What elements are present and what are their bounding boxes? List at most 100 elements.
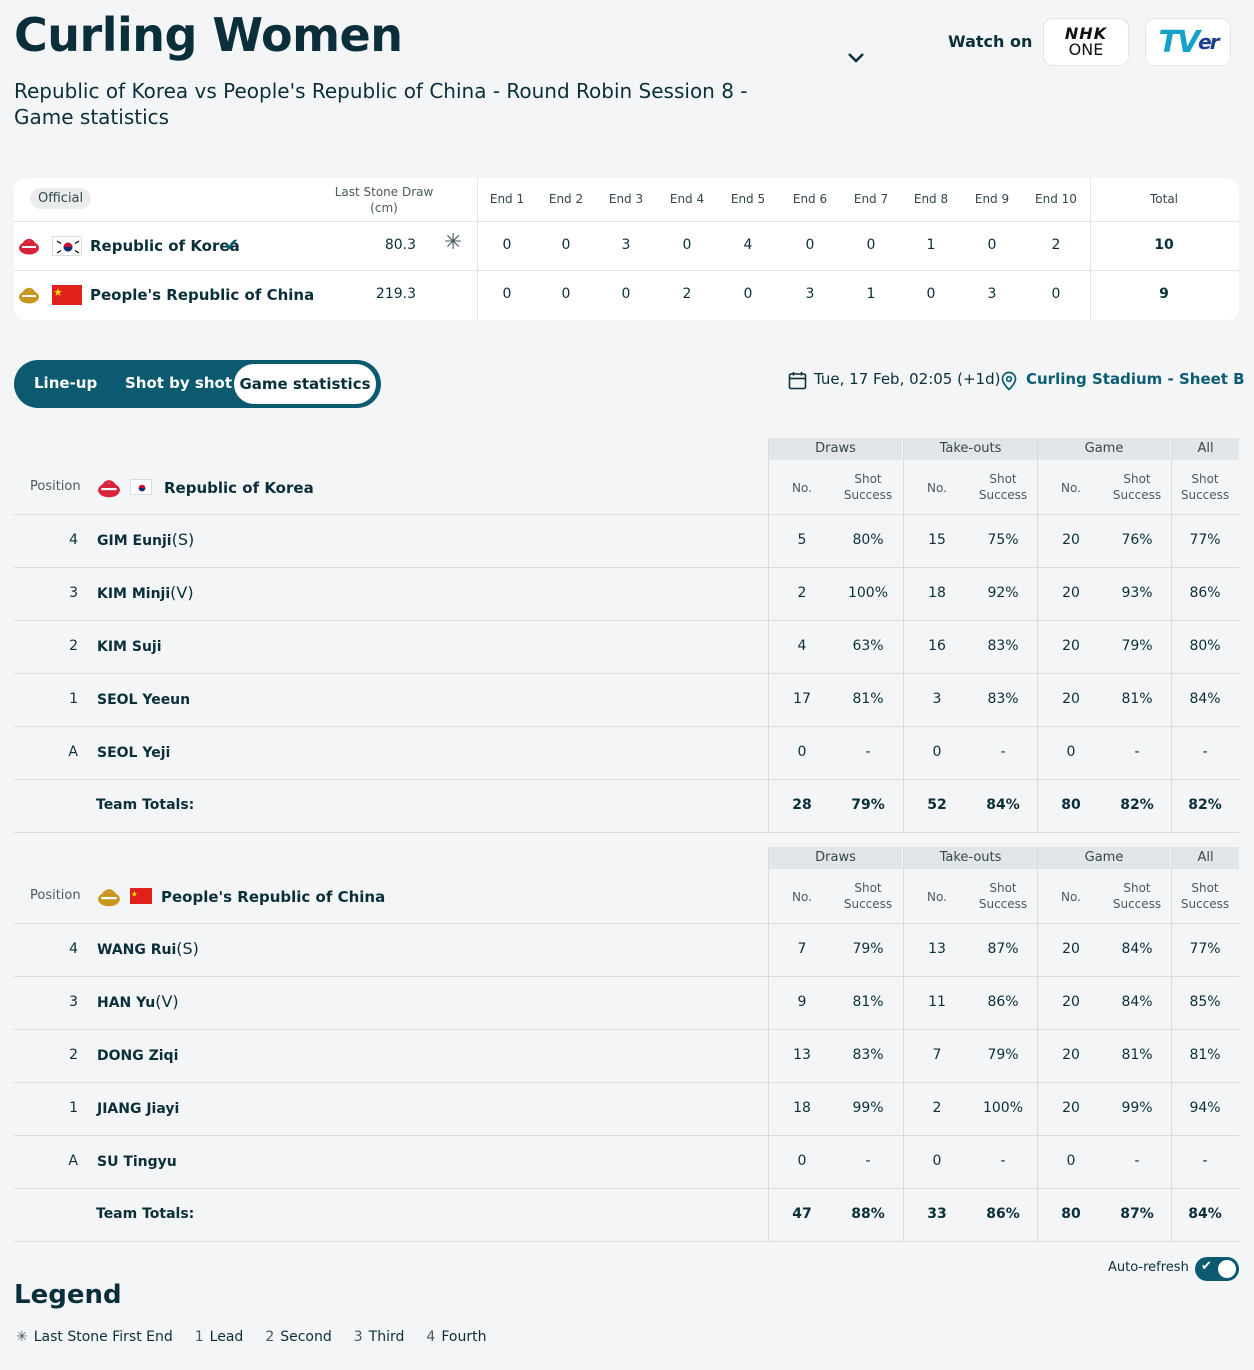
end-score: 3 [805,286,815,302]
group-header: All [1172,438,1239,460]
venue-link[interactable]: Curling Stadium - Sheet B [1026,370,1245,388]
group-header: Take-outs [904,847,1037,869]
stat-value: 92% [987,585,1019,601]
player-position: 2 [69,638,78,654]
row-divider [14,1029,1239,1030]
tver-link[interactable]: TV er [1145,18,1231,66]
stat-value: 4 [797,638,807,654]
stat-value: 20 [1062,691,1080,707]
group-header: Take-outs [904,438,1037,460]
stat-value: 13 [928,941,946,957]
player-name-cell[interactable]: GIM Eunji(S) [97,530,194,549]
stat-value: 81% [1121,1047,1153,1063]
stat-value: 81% [1121,691,1153,707]
tab-line-up[interactable]: Line-up [34,374,97,392]
end-score: 0 [987,237,997,253]
player-position: 1 [69,691,78,707]
player-role: (S) [176,939,199,958]
page-title: Curling Women [14,8,403,62]
china-flag-icon [52,285,82,305]
stat-value: 0 [797,744,807,760]
stat-value: - [1202,744,1208,760]
player-name: GIM Eunji [97,533,172,549]
legend-title: Legend [14,1280,122,1310]
total-value: 80 [1061,797,1081,813]
auto-refresh-toggle[interactable]: ✔ [1195,1257,1239,1281]
stat-value: 20 [1062,638,1080,654]
column-divider [1171,438,1172,832]
column-header-shot-success: Shot Success [843,881,893,911]
column-header-shot-success: Shot Success [843,472,893,502]
player-name-cell[interactable]: WANG Rui(S) [97,939,199,958]
player-name-cell[interactable]: SEOL Yeeun [97,689,190,708]
row-divider [14,1188,1239,1189]
team-name[interactable]: People's Republic of China [161,888,385,906]
player-name-cell[interactable]: HAN Yu(V) [97,992,179,1011]
stat-value: 84% [1121,941,1153,957]
stat-value: 80% [852,532,884,548]
stat-value: 0 [1066,744,1076,760]
total-value: 82% [1120,797,1154,813]
stat-value: 18 [793,1100,811,1116]
last-stone-draw-value: 80.3 [384,237,416,253]
end-header: End 1 [489,192,525,206]
stat-value: 75% [987,532,1019,548]
player-name: WANG Rui [97,942,177,958]
player-position: A [68,1153,78,1169]
column-header-shot-success: Shot Success [1180,472,1230,502]
player-name: JIANG Jiayi [97,1101,180,1117]
stat-value: 79% [987,1047,1019,1063]
column-divider [1037,847,1038,1241]
chevron-down-icon[interactable] [842,46,870,70]
tab-shot-by-shot[interactable]: Shot by shot [125,374,232,392]
stat-value: - [865,1153,871,1169]
team-name[interactable]: People's Republic of China [90,286,314,304]
column-divider [1037,438,1038,832]
team-name[interactable]: Republic of Korea [90,237,240,255]
scoreboard-header: Official Last Stone Draw (cm) End 1 End 2… [14,178,1239,222]
stat-value: 20 [1062,585,1080,601]
end-score: 1 [866,286,876,302]
last-stone-draw-value: 219.3 [375,286,416,302]
group-header: Draws [769,847,902,869]
team-name[interactable]: Republic of Korea [164,479,314,497]
player-name-cell[interactable]: SU Tingyu [97,1151,177,1170]
check-icon: ✔ [1201,1259,1212,1274]
column-header-no: No. [1061,890,1081,904]
player-name-cell[interactable]: KIM Suji [97,636,162,655]
stone-yellow-icon [19,287,39,304]
player-position: 4 [69,941,78,957]
position-header: Position [30,479,81,494]
stat-value: 3 [932,691,942,707]
player-role: (V) [170,583,194,602]
player-role: (S) [171,530,195,549]
player-position: 1 [69,1100,78,1116]
player-position: 2 [69,1047,78,1063]
player-name-cell[interactable]: JIANG Jiayi [97,1098,179,1117]
end-score: 0 [682,237,692,253]
end-score: 1 [926,237,936,253]
column-divider [768,438,769,832]
end-score: 0 [926,286,936,302]
player-name-cell[interactable]: KIM Minji(V) [97,583,194,602]
end-header: End 4 [669,192,705,206]
korea-flag-icon [130,479,152,495]
nhk-one-link[interactable]: NHK ONE [1043,18,1129,66]
total-value: 28 [792,797,812,813]
legend-item: 3 Third [353,1329,405,1345]
player-name-cell[interactable]: DONG Ziqi [97,1045,178,1064]
player-position: 3 [69,994,78,1010]
stat-value: - [1000,1153,1006,1169]
tab-game-statistics[interactable]: Game statistics [234,364,376,404]
nhk-one-label: ONE [1068,40,1104,59]
column-header-no: No. [927,481,947,495]
end-header: End 7 [853,192,889,206]
column-divider [903,847,904,1241]
row-divider [14,514,1239,515]
end-header: End 5 [730,192,766,206]
player-name-cell[interactable]: SEOL Yeji [97,742,170,761]
stat-value: 2 [797,585,807,601]
stat-value: 83% [987,691,1019,707]
stat-value: - [1134,1153,1140,1169]
stat-value: 77% [1189,532,1221,548]
